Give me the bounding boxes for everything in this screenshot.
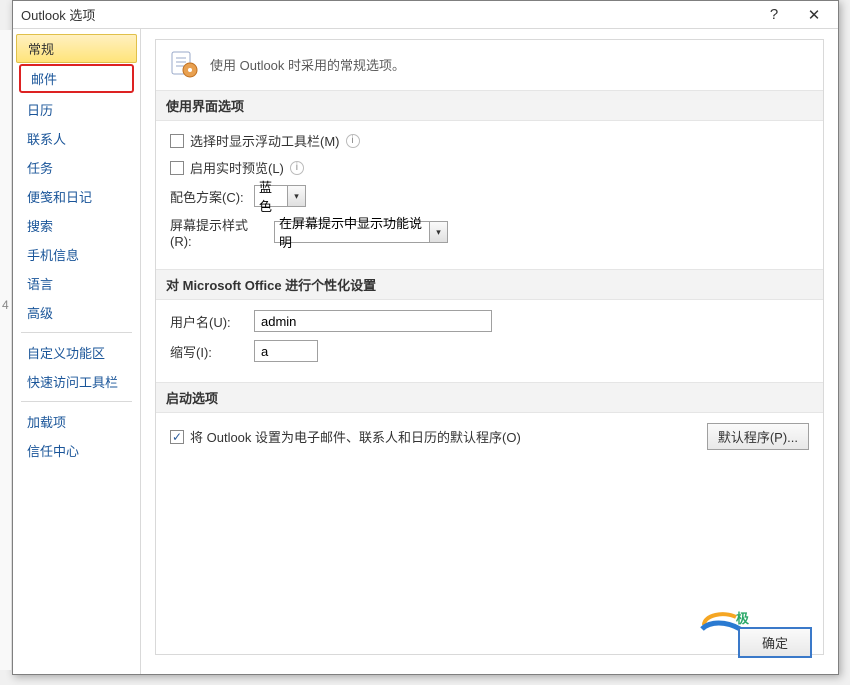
sidebar-item-general[interactable]: 常规 (16, 34, 137, 63)
sidebar-item-calendar[interactable]: 日历 (13, 95, 140, 124)
live-preview-checkbox[interactable] (170, 161, 184, 175)
options-icon (168, 48, 200, 80)
sidebar: 常规 邮件 日历 联系人 任务 便笺和日记 搜索 手机信息 语言 高级 自定义功… (13, 29, 141, 674)
sidebar-item-notes[interactable]: 便笺和日记 (13, 182, 140, 211)
ok-button[interactable]: 确定 (738, 627, 812, 658)
info-icon[interactable]: i (290, 161, 304, 175)
sidebar-item-language[interactable]: 语言 (13, 269, 140, 298)
default-program-checkbox[interactable] (170, 430, 184, 444)
sidebar-item-quick-access[interactable]: 快速访问工具栏 (13, 367, 140, 396)
chevron-down-icon[interactable]: ▾ (288, 185, 306, 207)
svg-text:极: 极 (736, 611, 750, 626)
help-button[interactable]: ? (754, 3, 794, 27)
username-input[interactable] (254, 310, 492, 332)
username-label: 用户名(U): (170, 312, 248, 331)
sidebar-separator (21, 332, 132, 333)
options-dialog: Outlook 选项 ? ✕ 常规 邮件 日历 联系人 任务 便笺和日记 搜索 … (12, 0, 839, 675)
mini-toolbar-checkbox[interactable] (170, 134, 184, 148)
titlebar: Outlook 选项 ? ✕ (13, 1, 838, 29)
window-title: Outlook 选项 (21, 5, 754, 24)
background-char: 4 (2, 298, 9, 312)
color-scheme-select[interactable]: 蓝色 (254, 185, 288, 207)
screentip-label: 屏幕提示样式(R): (170, 215, 268, 249)
info-icon[interactable]: i (346, 134, 360, 148)
page-description: 使用 Outlook 时采用的常规选项。 (210, 55, 405, 74)
sidebar-separator (21, 401, 132, 402)
screentip-select[interactable]: 在屏幕提示中显示功能说明 (274, 221, 430, 243)
sidebar-item-trust[interactable]: 信任中心 (13, 436, 140, 465)
sidebar-item-customize-ribbon[interactable]: 自定义功能区 (13, 338, 140, 367)
background-edge: 4 (0, 30, 12, 670)
live-preview-label: 启用实时预览(L) (190, 158, 284, 177)
content-pane: 使用 Outlook 时采用的常规选项。 使用界面选项 选择时显示浮动工具栏(M… (141, 29, 838, 674)
sidebar-item-mobile[interactable]: 手机信息 (13, 240, 140, 269)
section-ui-header: 使用界面选项 (156, 90, 823, 121)
chevron-down-icon[interactable]: ▾ (430, 221, 448, 243)
mini-toolbar-label: 选择时显示浮动工具栏(M) (190, 131, 340, 150)
sidebar-item-mail[interactable]: 邮件 (19, 64, 134, 93)
sidebar-item-search[interactable]: 搜索 (13, 211, 140, 240)
initials-label: 缩写(I): (170, 342, 248, 361)
sidebar-item-contacts[interactable]: 联系人 (13, 124, 140, 153)
close-button[interactable]: ✕ (794, 3, 834, 27)
initials-input[interactable] (254, 340, 318, 362)
section-startup-header: 启动选项 (156, 382, 823, 413)
sidebar-item-addins[interactable]: 加载项 (13, 407, 140, 436)
sidebar-item-tasks[interactable]: 任务 (13, 153, 140, 182)
default-program-label: 将 Outlook 设置为电子邮件、联系人和日历的默认程序(O) (190, 427, 521, 446)
sidebar-item-advanced[interactable]: 高级 (13, 298, 140, 327)
color-scheme-label: 配色方案(C): (170, 187, 248, 206)
section-personalize-header: 对 Microsoft Office 进行个性化设置 (156, 269, 823, 300)
default-programs-button[interactable]: 默认程序(P)... (707, 423, 809, 450)
